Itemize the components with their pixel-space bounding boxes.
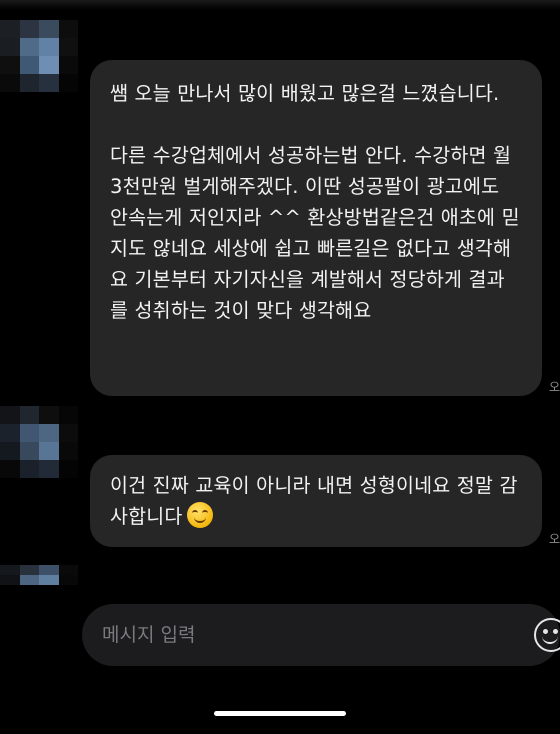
message-time: 오 xyxy=(548,532,560,546)
message-input[interactable] xyxy=(100,623,504,647)
message-bubble[interactable]: 쌤 오늘 만나서 많이 배웠고 많은걸 느꼈습니다. 다른 수강업체에서 성공하… xyxy=(90,60,542,396)
message-text: 쌤 오늘 만나서 많이 배웠고 많은걸 느꼈습니다. xyxy=(110,82,500,105)
sender-avatar[interactable] xyxy=(0,406,78,478)
message-text: 다른 수강업체에서 성공하는법 안다. 수강하면 월 3천만원 벌게해주겠다. … xyxy=(110,144,520,322)
message-time: 오 xyxy=(548,380,560,394)
sender-avatar[interactable] xyxy=(0,565,78,605)
home-indicator[interactable] xyxy=(214,711,346,716)
previous-message-edge xyxy=(0,0,560,10)
message-text-body: 이건 진짜 교육이 아니라 내면 성형이네요 정말 감사합니다 xyxy=(110,474,518,528)
smiling-face-emoji-icon xyxy=(186,502,213,528)
sender-avatar[interactable] xyxy=(0,20,78,92)
message-composer xyxy=(82,604,560,666)
message-text: 이건 진짜 교육이 아니라 내면 성형이네요 정말 감사합니다 xyxy=(110,470,522,532)
message-bubble[interactable]: 이건 진짜 교육이 아니라 내면 성형이네요 정말 감사합니다 xyxy=(90,455,542,547)
sticker-smile-icon[interactable] xyxy=(534,618,560,652)
